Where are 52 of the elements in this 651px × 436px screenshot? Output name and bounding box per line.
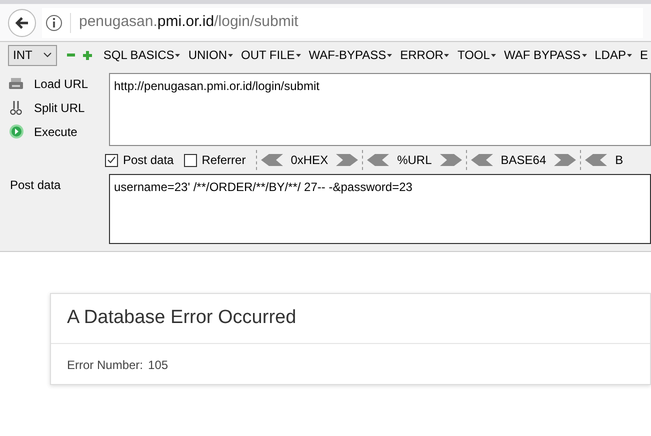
error-label: Error Number: [67, 357, 144, 374]
caret-icon [490, 54, 496, 56]
right-arrow-icon[interactable] [554, 154, 576, 166]
toolbar-menu[interactable]: LDAP [592, 46, 635, 64]
toolbar-menu[interactable]: WAF BYPASS [500, 46, 590, 64]
action-button[interactable]: Load URL [34, 74, 88, 92]
post-data-label: Post data [9, 177, 62, 194]
action-button[interactable]: Split URL [34, 98, 85, 116]
url-field[interactable]: http://penugasan.pmi.or.id/login/submit [109, 73, 651, 146]
toolbar-menu[interactable]: ERROR [397, 46, 452, 64]
error-title: A Database Error Occurred [67, 306, 296, 330]
post-data-field[interactable]: username=23' /**/ORDER/**/BY/**/ 27-- -&password=23 [109, 174, 651, 244]
toolbar-menu[interactable]: SQL BASICS [100, 46, 184, 64]
toolbar-menu[interactable]: E [636, 46, 651, 64]
checkbox[interactable] [105, 154, 118, 166]
toolbar-menu[interactable]: TOOL [454, 46, 499, 64]
encoder-label: %URL [396, 152, 433, 169]
printer-icon [8, 76, 24, 90]
right-arrow-icon[interactable] [336, 154, 358, 166]
info-icon [46, 14, 62, 30]
type-select[interactable]: INT [8, 44, 58, 66]
back-arrow-icon [14, 14, 30, 30]
caret-icon [626, 54, 632, 56]
action-button[interactable]: Execute [34, 122, 78, 140]
caret-icon [296, 54, 301, 56]
scissors-icon [8, 100, 24, 116]
checkbox-label: Post data [123, 152, 174, 169]
left-arrow-icon[interactable] [585, 154, 608, 166]
toolbar-menu[interactable]: OUT FILE [238, 46, 304, 64]
left-arrow-icon[interactable] [367, 154, 390, 166]
toolbar-menu[interactable]: WAF-BYPASS [306, 46, 396, 64]
toolbar-menu[interactable]: UNION [185, 46, 236, 64]
caret-icon [228, 54, 233, 56]
caret-icon [582, 54, 587, 56]
play-icon [8, 124, 24, 139]
left-arrow-icon[interactable] [470, 154, 493, 166]
left-arrow-icon[interactable] [260, 154, 283, 166]
caret-icon [387, 54, 392, 56]
plus-icon[interactable] [83, 50, 92, 60]
caret-icon [43, 52, 52, 58]
encoder-label: BASE64 [500, 152, 548, 169]
error-number: 105 [148, 357, 168, 374]
encoder-label: 0xHEX [290, 152, 330, 169]
caret-icon [444, 54, 450, 56]
checkbox-label: Referrer [202, 152, 246, 169]
right-arrow-icon[interactable] [440, 154, 462, 166]
caret-icon [175, 54, 180, 56]
address-field[interactable]: penugasan.pmi.or.id/login/submit [42, 8, 643, 38]
minus-icon[interactable] [67, 51, 76, 59]
back-button[interactable] [8, 8, 36, 36]
checkbox[interactable] [184, 154, 197, 166]
encoder-label: B [614, 152, 624, 169]
